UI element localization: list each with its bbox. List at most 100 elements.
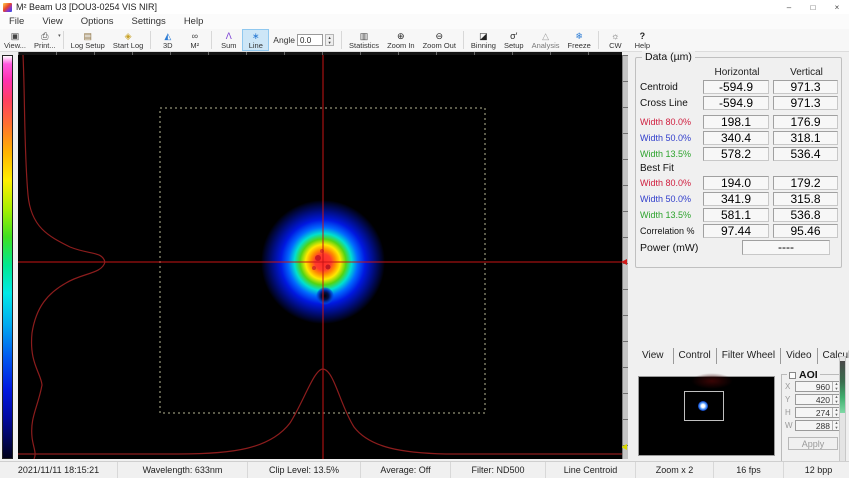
print-dropdown-icon[interactable]: ▾ xyxy=(58,33,61,39)
aoi-y-label: Y xyxy=(785,395,793,404)
freeze-button[interactable]: ❄ Freeze xyxy=(564,29,595,51)
status-zoom: Zoom x 2 xyxy=(636,462,714,478)
best-fit-width-135-label: Width 13.5% xyxy=(640,207,702,223)
analysis-button[interactable]: △ Analysis xyxy=(528,29,564,51)
menu-settings[interactable]: Settings xyxy=(122,16,174,27)
print-button[interactable]: ▾ ⎙ Print... xyxy=(30,29,60,51)
menu-help[interactable]: Help xyxy=(175,16,213,27)
tab-view[interactable]: View xyxy=(637,348,674,364)
log-setup-button[interactable]: ▤ Log Setup xyxy=(67,29,109,51)
angle-input[interactable]: 0.0 xyxy=(297,34,323,46)
m2-button[interactable]: ∞ M² xyxy=(181,29,208,51)
best-fit-width-50-vertical-value: 315.8 xyxy=(773,192,838,206)
cw-icon: ☼ xyxy=(611,31,619,41)
setup-icon: σ′ xyxy=(510,31,517,41)
aoi-apply-button[interactable]: Apply xyxy=(788,437,838,450)
app-icon xyxy=(3,3,12,12)
menu-options[interactable]: Options xyxy=(72,16,123,27)
row-label-centroid: Centroid xyxy=(640,79,702,95)
column-header-horizontal: Horizontal xyxy=(702,66,772,79)
best-fit-width-80-vertical-value: 179.2 xyxy=(773,176,838,190)
help-button[interactable]: ? Help xyxy=(629,29,656,51)
close-button[interactable]: × xyxy=(825,0,849,14)
binning-button[interactable]: ◪ Binning xyxy=(467,29,500,51)
power-row: Power (mW) ---- xyxy=(636,239,841,255)
title-bar: M² Beam U3 [DOU3-0254 VIS NIR] – □ × xyxy=(0,0,849,14)
aoi-y-row: Y 420 ▲▼ xyxy=(785,394,841,405)
aoi-w-label: W xyxy=(785,421,793,430)
aoi-x-input[interactable]: 960 ▲▼ xyxy=(795,381,841,392)
column-header-vertical: Vertical xyxy=(772,66,841,79)
tab-filter-wheel[interactable]: Filter Wheel xyxy=(717,348,781,364)
menu-bar: File View Options Settings Help xyxy=(0,14,849,29)
data-table: Horizontal Vertical Centroid -594.9 971.… xyxy=(636,58,841,239)
width-80-horizontal-value: 198.1 xyxy=(703,115,769,129)
menu-file[interactable]: File xyxy=(0,16,33,27)
gain-slider-thumb[interactable] xyxy=(840,361,845,413)
line-button[interactable]: ∗ Line xyxy=(242,29,269,51)
width-50-horizontal-value: 340.4 xyxy=(703,131,769,145)
beam-display-canvas xyxy=(18,55,622,459)
cw-button[interactable]: ☼ CW xyxy=(602,29,629,51)
best-fit-width-50-label: Width 50.0% xyxy=(640,191,702,207)
camera-preview[interactable] xyxy=(638,376,775,456)
width-135-vertical-value: 536.4 xyxy=(773,147,838,161)
toolbar-separator xyxy=(341,31,342,49)
zoom-in-button[interactable]: ⊕ Zoom In xyxy=(383,29,419,51)
angle-label: Angle xyxy=(273,35,295,45)
aoi-h-row: H 274 ▲▼ xyxy=(785,407,841,418)
statistics-icon: ▥ xyxy=(360,31,369,41)
menu-view[interactable]: View xyxy=(33,16,71,27)
zoom-out-icon: ⊖ xyxy=(435,31,443,41)
zoom-out-button[interactable]: ⊖ Zoom Out xyxy=(419,29,460,51)
start-log-icon: ◈ xyxy=(125,31,132,41)
best-fit-width-80-horizontal-value: 194.0 xyxy=(703,176,769,190)
minimize-button[interactable]: – xyxy=(777,0,801,14)
sum-icon: Λ xyxy=(226,31,232,41)
window-controls: – □ × xyxy=(777,0,849,14)
toolbar-separator xyxy=(63,31,64,49)
beam-secondary-spot xyxy=(316,287,334,305)
aoi-y-input[interactable]: 420 ▲▼ xyxy=(795,394,841,405)
start-log-button[interactable]: ◈ Start Log xyxy=(109,29,147,51)
aoi-title: AOI xyxy=(799,369,818,381)
aoi-checkbox[interactable] xyxy=(789,372,796,379)
beam-display[interactable]: 0(µm) 0(µm) xyxy=(18,55,622,459)
help-icon: ? xyxy=(640,31,646,41)
angle-stepper[interactable]: ▲▼ xyxy=(325,34,334,46)
power-label: Power (mW) xyxy=(640,242,730,254)
window-title: M² Beam U3 [DOU3-0254 VIS NIR] xyxy=(16,2,157,12)
toolbar-separator xyxy=(150,31,151,49)
tab-control[interactable]: Control xyxy=(674,348,717,364)
zoom-in-icon: ⊕ xyxy=(397,31,405,41)
maximize-button[interactable]: □ xyxy=(801,0,825,14)
cross-line-horizontal-value: -594.9 xyxy=(703,96,769,110)
beam-speckle xyxy=(312,266,316,270)
status-clip-level: Clip Level: 13.5% xyxy=(248,462,361,478)
status-fps: 16 fps xyxy=(714,462,784,478)
toolbar: ▣ View... ▾ ⎙ Print... ▤ Log Setup ◈ Sta… xyxy=(0,29,849,52)
tab-video[interactable]: Video xyxy=(781,348,817,364)
toolbar-separator xyxy=(598,31,599,49)
width-80-vertical-value: 176.9 xyxy=(773,115,838,129)
intensity-colorbar xyxy=(2,55,13,459)
status-line-centroid: Line Centroid xyxy=(546,462,636,478)
view-button[interactable]: ▣ View... xyxy=(0,29,30,51)
gain-slider[interactable] xyxy=(839,356,846,470)
centroid-vertical-value: 971.3 xyxy=(773,80,838,94)
setup-button[interactable]: σ′ Setup xyxy=(500,29,528,51)
statistics-button[interactable]: ▥ Statistics xyxy=(345,29,383,51)
aoi-w-input[interactable]: 288 ▲▼ xyxy=(795,420,841,431)
angle-down-icon[interactable]: ▼ xyxy=(326,40,333,45)
sum-button[interactable]: Λ Sum xyxy=(215,29,242,51)
aoi-panel: AOI X 960 ▲▼ Y 420 ▲▼ H 274 ▲▼ W xyxy=(781,374,845,464)
aoi-h-input[interactable]: 274 ▲▼ xyxy=(795,407,841,418)
3d-button[interactable]: ◭ 3D xyxy=(154,29,181,51)
toolbar-separator xyxy=(211,31,212,49)
power-value: ---- xyxy=(742,240,830,255)
row-label-width-135: Width 13.5% xyxy=(640,146,702,162)
3d-icon: ◭ xyxy=(164,31,171,41)
app-window: M² Beam U3 [DOU3-0254 VIS NIR] – □ × Fil… xyxy=(0,0,849,478)
data-panel: Data (µm) Horizontal Vertical Centroid -… xyxy=(635,57,842,268)
aoi-x-row: X 960 ▲▼ xyxy=(785,381,841,392)
